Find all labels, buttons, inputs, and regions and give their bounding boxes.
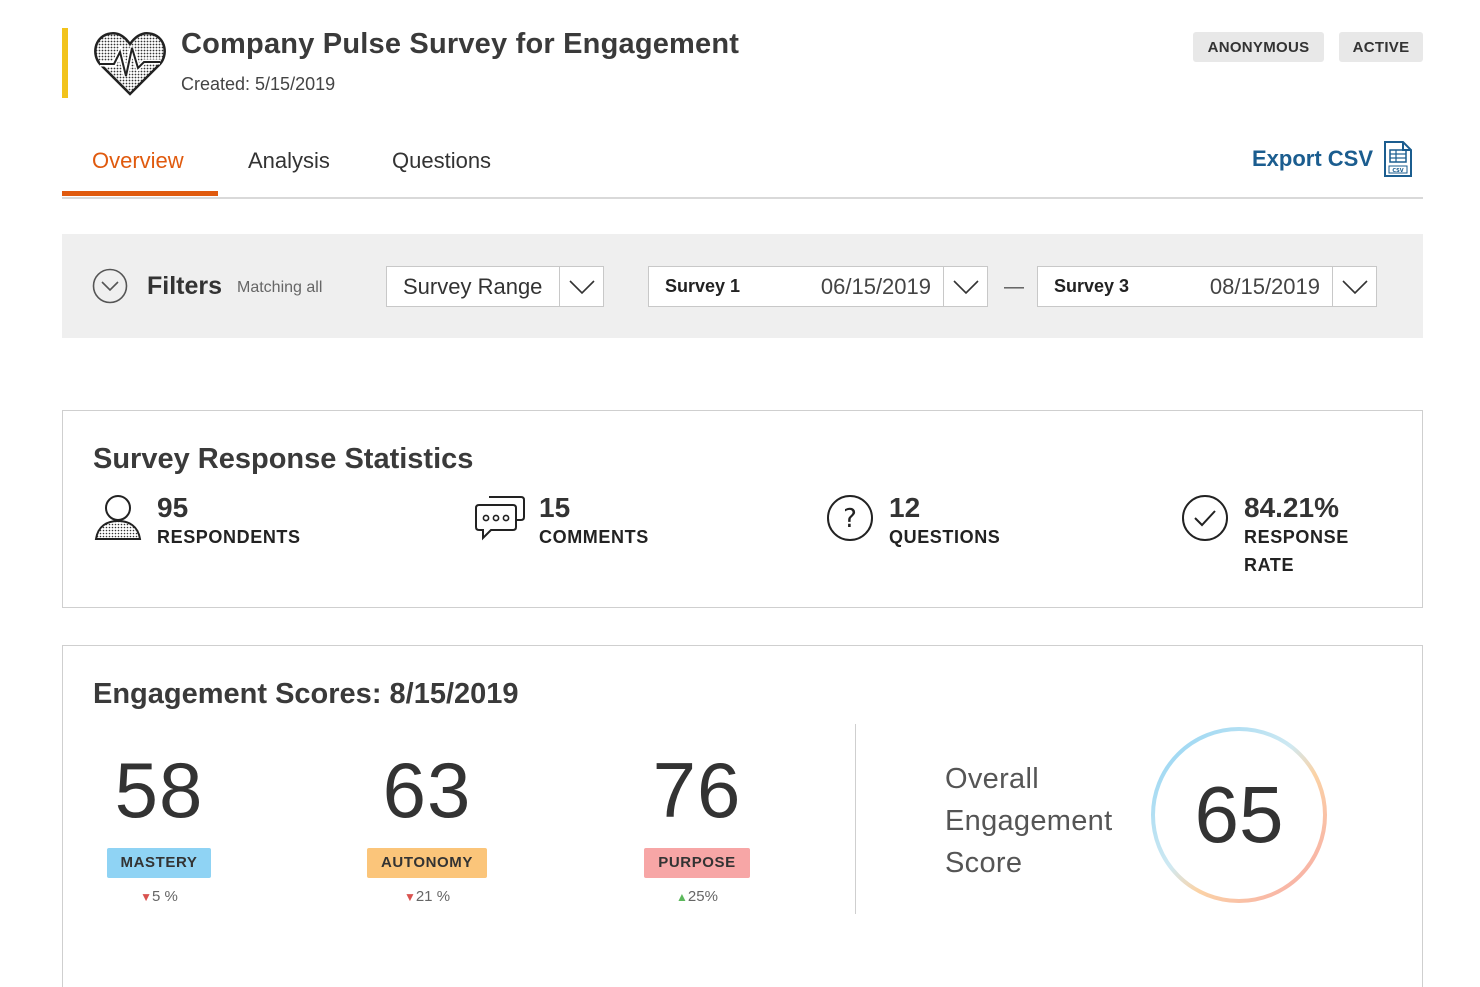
score-mastery: 58 MASTERY ▼5 % [79, 746, 239, 905]
mastery-change: ▼5 % [79, 888, 239, 905]
chevron-down-icon[interactable] [943, 267, 987, 306]
score-autonomy: 63 AUTONOMY ▼21 % [347, 746, 507, 905]
heart-pulse-icon [94, 32, 166, 96]
autonomy-change-value: 21 % [415, 888, 451, 905]
range-separator: — [1004, 276, 1024, 298]
start-survey-name: Survey 1 [665, 276, 741, 296]
response-stats-card: Survey Response Statistics 95 RESPONDENT… [62, 410, 1423, 608]
comments-icon [475, 496, 525, 541]
respondents-label: RESPONDENTS [157, 527, 301, 547]
stats-title: Survey Response Statistics [93, 443, 474, 475]
chevron-circle-icon[interactable] [92, 268, 128, 304]
autonomy-change: ▼21 % [347, 888, 507, 905]
purpose-change: ▲25% [617, 888, 777, 905]
questions-label: QUESTIONS [889, 527, 1001, 547]
start-survey-select[interactable]: Survey 1 06/15/2019 [648, 266, 988, 307]
accent-bar [62, 28, 68, 98]
survey-range-value: Survey Range [403, 273, 543, 299]
autonomy-tag: AUTONOMY [366, 848, 488, 878]
purpose-tag: PURPOSE [644, 848, 750, 878]
comments-count: 15 [539, 492, 571, 523]
active-badge: ACTIVE [1339, 32, 1423, 62]
mastery-score: 58 [114, 746, 204, 834]
response-rate-value: 84.21% [1244, 492, 1339, 523]
start-survey-date: 06/15/2019 [820, 273, 931, 299]
mastery-change-value: 5 % [152, 888, 178, 905]
questions-count: 12 [889, 492, 921, 523]
stat-comments: 15 COMMENTS [475, 493, 649, 551]
active-tab-indicator [62, 191, 218, 196]
question-icon: ? [827, 495, 873, 541]
score-purpose: 76 PURPOSE ▲25% [617, 746, 777, 905]
engagement-title: Engagement Scores: 8/15/2019 [93, 678, 519, 710]
respondents-count: 95 [157, 492, 189, 523]
stat-response-rate: 84.21% RESPONSE RATE [1180, 493, 1354, 579]
person-icon [94, 495, 142, 540]
export-csv-label: Export CSV [1251, 146, 1373, 171]
filter-bar: Filters Matching all Survey Range Survey… [62, 234, 1423, 338]
tab-overview[interactable]: Overview [92, 148, 184, 174]
purpose-score: 76 [652, 746, 742, 834]
page-title: Company Pulse Survey for Engagement [181, 28, 740, 60]
anonymous-badge: ANONYMOUS [1193, 32, 1324, 62]
survey-range-select[interactable]: Survey Range [386, 266, 604, 307]
divider [855, 724, 856, 914]
end-survey-name: Survey 3 [1054, 276, 1130, 296]
arrow-down-icon: ▼ [403, 890, 416, 904]
mastery-tag: MASTERY [106, 848, 212, 878]
tab-analysis[interactable]: Analysis [248, 148, 330, 174]
check-circle-icon [1182, 495, 1228, 541]
arrow-down-icon: ▼ [140, 890, 153, 904]
chevron-down-icon[interactable] [1332, 267, 1376, 306]
autonomy-score: 63 [382, 746, 472, 834]
overall-score-label: Overall Engagement Score [945, 763, 1113, 879]
arrow-up-icon: ▲ [676, 890, 688, 904]
end-survey-select[interactable]: Survey 3 08/15/2019 [1037, 266, 1377, 307]
stat-respondents: 95 RESPONDENTS [93, 493, 301, 551]
purpose-change-value: 25% [687, 888, 718, 905]
export-csv-button[interactable]: Export CSV CSV [1252, 140, 1413, 178]
response-rate-label: RESPONSE RATE [1244, 527, 1349, 575]
comments-label: COMMENTS [539, 527, 649, 547]
created-date: Created: 5/15/2019 [181, 74, 336, 94]
tab-bar: Overview Analysis Questions Export CSV C… [62, 130, 1423, 199]
csv-file-icon: CSV [1384, 141, 1412, 177]
matching-label: Matching all [237, 279, 323, 296]
engagement-scores-card: Engagement Scores: 8/15/2019 58 MASTERY … [62, 645, 1423, 987]
end-survey-date: 08/15/2019 [1209, 273, 1320, 299]
filters-label: Filters [147, 272, 223, 300]
chevron-down-icon[interactable] [559, 267, 603, 306]
svg-text:?: ? [843, 504, 857, 534]
svg-text:CSV: CSV [1392, 168, 1403, 174]
stat-questions: ? 12 QUESTIONS [825, 493, 1000, 551]
overall-score-value: 65 [1194, 770, 1284, 859]
tab-questions[interactable]: Questions [392, 148, 491, 174]
